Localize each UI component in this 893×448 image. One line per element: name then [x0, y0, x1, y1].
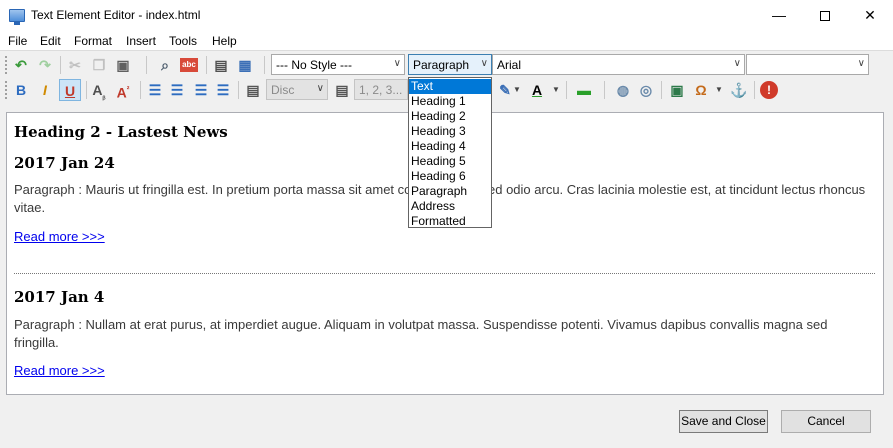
chevron-down-icon: ∨ — [316, 83, 324, 94]
title-bar: Text Element Editor - index.html — ✕ — [0, 0, 893, 31]
undo-icon[interactable]: ↶ — [12, 56, 30, 74]
chevron-down-icon: ∨ — [393, 58, 401, 69]
find-icon[interactable]: ⌕ — [156, 56, 174, 74]
font-combo[interactable]: Arial ∨ — [492, 54, 745, 75]
bullet-list-icon[interactable]: ▤ — [244, 81, 262, 99]
redo-icon[interactable]: ↷ — [36, 56, 54, 74]
chevron-down-icon: ∨ — [480, 58, 488, 69]
insert-image-icon[interactable]: ▣ — [668, 81, 686, 99]
numbered-list-icon[interactable]: ▤ — [333, 81, 351, 99]
remove-link-icon[interactable]: ◎ — [637, 81, 655, 99]
close-button[interactable]: ✕ — [847, 0, 893, 31]
dropdown-option-formatted[interactable]: Formatted — [409, 214, 491, 229]
chevron-down-icon: ∨ — [733, 58, 741, 69]
chevron-down-icon: ∨ — [857, 58, 865, 69]
menu-tools[interactable]: Tools — [169, 34, 197, 48]
source-code-icon[interactable]: ▦ — [236, 56, 254, 74]
list-style-combo[interactable]: Disc ∨ — [266, 79, 328, 100]
window-title: Text Element Editor - index.html — [31, 8, 201, 22]
italic-icon[interactable]: I — [36, 81, 54, 99]
list-style-combo-value: Disc — [271, 83, 295, 97]
app-monitor-icon — [9, 9, 25, 25]
minimize-button[interactable]: — — [756, 0, 802, 31]
underline-icon[interactable]: U — [59, 79, 81, 101]
dropdown-option-text[interactable]: Text — [409, 79, 491, 94]
read-more-link[interactable]: Read more >>> — [14, 229, 105, 244]
toolbar-grip[interactable] — [5, 56, 8, 74]
toolbar-grip[interactable] — [5, 81, 8, 99]
horizontal-rule — [14, 273, 875, 274]
menu-format[interactable]: Format — [74, 34, 112, 48]
dropdown-option-paragraph[interactable]: Paragraph — [409, 184, 491, 199]
maximize-icon — [820, 11, 830, 22]
align-center-icon[interactable]: ☰ — [168, 81, 186, 99]
spellcheck-icon[interactable]: abc — [180, 58, 198, 72]
select-all-icon[interactable]: ▤ — [212, 56, 230, 74]
menu-bar: File Edit Format Insert Tools Help — [0, 31, 893, 51]
anchor-icon[interactable]: ⚓ — [730, 81, 748, 99]
dropdown-option-heading-6[interactable]: Heading 6 — [409, 169, 491, 184]
copy-icon[interactable]: ❐ — [90, 56, 108, 74]
cut-icon[interactable]: ✂ — [66, 56, 84, 74]
entry-date: 2017 Jan 24 — [14, 154, 115, 172]
special-character-icon[interactable]: Ω — [692, 81, 710, 99]
read-more-link[interactable]: Read more >>> — [14, 363, 105, 378]
alert-icon[interactable]: ! — [760, 81, 778, 99]
list-number-combo-value: 1, 2, 3... — [359, 83, 403, 97]
list-number-combo[interactable]: 1, 2, 3... — [354, 79, 408, 100]
block-format-combo[interactable]: Paragraph ∨ — [408, 54, 492, 75]
toolbar-main: ↶ ↷ ✂ ❐ ▣ ⌕ abc ▤ ▦ --- No Style --- ∨ P… — [0, 52, 893, 78]
menu-file[interactable]: File — [8, 34, 27, 48]
subscript-icon[interactable]: Aᵦ — [90, 81, 108, 101]
menu-insert[interactable]: Insert — [126, 34, 156, 48]
font-combo-value: Arial — [497, 58, 522, 72]
font-color-icon[interactable]: A — [528, 81, 546, 99]
paste-icon[interactable]: ▣ — [114, 56, 132, 74]
maximize-button[interactable] — [802, 0, 848, 31]
cancel-button[interactable]: Cancel — [781, 410, 871, 433]
chevron-down-icon[interactable]: ▼ — [512, 81, 522, 99]
menu-help[interactable]: Help — [212, 34, 237, 48]
entry-date: 2017 Jan 4 — [14, 288, 105, 306]
chevron-down-icon[interactable]: ▼ — [551, 81, 561, 99]
align-right-icon[interactable]: ☰ — [192, 81, 210, 99]
align-justify-icon[interactable]: ☰ — [214, 81, 232, 99]
style-combo-value: --- No Style --- — [276, 58, 352, 72]
dropdown-option-heading-5[interactable]: Heading 5 — [409, 154, 491, 169]
dropdown-option-heading-1[interactable]: Heading 1 — [409, 94, 491, 109]
save-and-close-button[interactable]: Save and Close — [679, 410, 768, 433]
bold-icon[interactable]: B — [12, 81, 30, 99]
dropdown-option-heading-3[interactable]: Heading 3 — [409, 124, 491, 139]
style-combo[interactable]: --- No Style --- ∨ — [271, 54, 405, 75]
insert-link-icon[interactable]: ◍ — [614, 81, 632, 99]
dropdown-option-heading-2[interactable]: Heading 2 — [409, 109, 491, 124]
dropdown-option-address[interactable]: Address — [409, 199, 491, 214]
font-size-combo[interactable]: ∨ — [746, 54, 869, 75]
entry-paragraph: Paragraph : Nullam at erat purus, at imp… — [14, 317, 828, 350]
block-format-combo-value: Paragraph — [413, 58, 470, 72]
superscript-icon[interactable]: A² — [114, 81, 132, 101]
align-left-icon[interactable]: ☰ — [146, 81, 164, 99]
dropdown-option-heading-4[interactable]: Heading 4 — [409, 139, 491, 154]
block-format-dropdown: Text Heading 1 Heading 2 Heading 3 Headi… — [408, 77, 492, 228]
chevron-down-icon[interactable]: ▼ — [714, 81, 724, 99]
menu-edit[interactable]: Edit — [40, 34, 61, 48]
horizontal-rule-icon[interactable]: ▬ — [575, 81, 593, 99]
heading-main: Heading 2 - Lastest News — [14, 123, 228, 141]
